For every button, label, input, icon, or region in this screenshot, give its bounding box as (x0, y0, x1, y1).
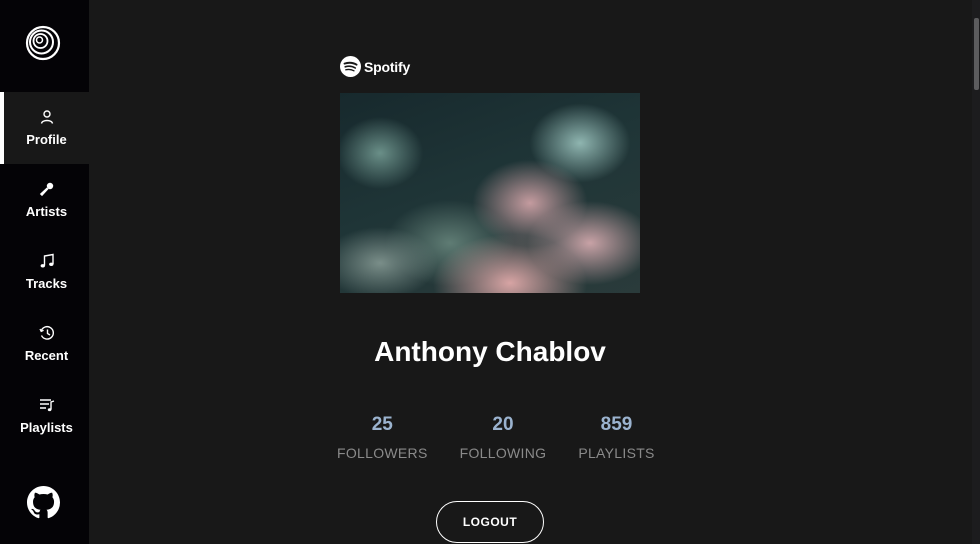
scrollbar-thumb[interactable] (974, 18, 979, 90)
sidebar-item-playlists[interactable]: Playlists (0, 380, 89, 452)
logout-button[interactable]: LOGOUT (436, 501, 544, 543)
spotify-wordmark: Spotify (364, 58, 411, 75)
spotify-logo: Spotify (340, 56, 410, 77)
profile-name: Anthony Chablov (374, 336, 606, 367)
user-icon (40, 110, 53, 124)
stat-value: 25 (371, 414, 393, 435)
stat-label: FOLLOWERS (337, 445, 428, 461)
app-logo-icon[interactable] (25, 25, 61, 61)
sidebar-item-tracks[interactable]: Tracks (0, 236, 89, 308)
sidebar-item-artists[interactable]: Artists (0, 164, 89, 236)
sidebar-item-label: Recent (24, 348, 69, 363)
stat-value: 859 (600, 414, 633, 435)
stat-label: PLAYLISTS (578, 445, 655, 461)
sidebar-item-label: Tracks (25, 276, 68, 291)
clock-icon (38, 325, 54, 340)
sidebar-item-label: Playlists (20, 420, 73, 435)
sidebar-nav: Profile Artists Tracks Recent Playlists (0, 92, 89, 452)
profile-cover-image (340, 93, 640, 293)
microphone-icon (39, 182, 53, 197)
sidebar-item-label: Profile (26, 132, 67, 147)
playlist-icon (39, 399, 54, 412)
stat-playlists: 859 PLAYLISTS (578, 414, 654, 461)
music-note-icon (40, 253, 54, 268)
sidebar-item-label: Artists (25, 204, 68, 219)
github-icon[interactable] (27, 486, 60, 519)
stat-label: FOLLOWING (459, 445, 547, 461)
sidebar: Profile Artists Tracks Recent Playlists (0, 0, 89, 544)
sidebar-item-recent[interactable]: Recent (0, 308, 89, 380)
profile-stats: 25 FOLLOWERS 20 FOLLOWING 859 PLAYLISTS (337, 414, 655, 461)
stat-followers: 25 FOLLOWERS (337, 414, 428, 461)
sidebar-item-profile[interactable]: Profile (0, 92, 89, 164)
stat-following: 20 FOLLOWING (460, 414, 547, 461)
stat-value: 20 (492, 414, 514, 435)
scrollbar[interactable] (972, 0, 980, 544)
spotify-icon (340, 56, 361, 77)
